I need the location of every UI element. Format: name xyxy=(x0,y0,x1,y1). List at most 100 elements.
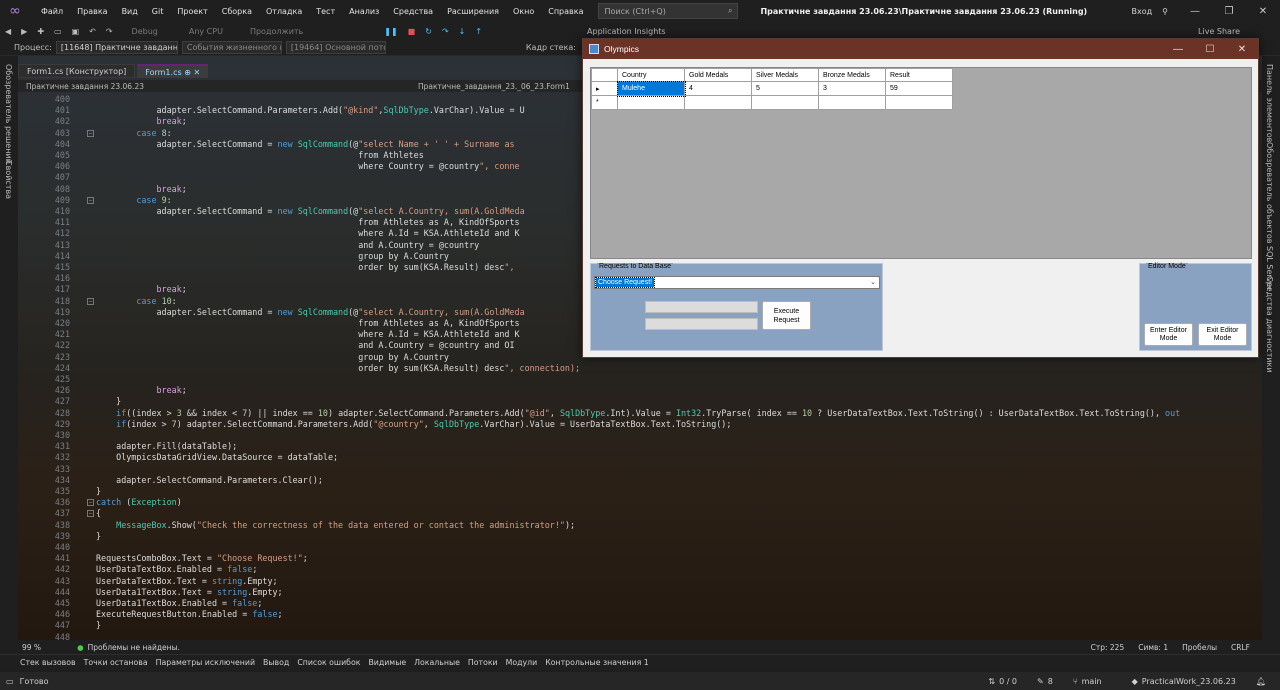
step-out-icon[interactable]: ↑ xyxy=(475,27,482,36)
restart-icon[interactable]: ↻ xyxy=(425,27,432,36)
class-dropdown[interactable]: Практичне_завдання_23._06_23.Form1 xyxy=(418,82,570,91)
table-cell[interactable] xyxy=(818,95,886,110)
maximize-icon[interactable]: ☐ xyxy=(1194,44,1226,55)
code-line[interactable]: 447} xyxy=(18,620,1262,631)
sql-object-explorer-tab[interactable]: Обозреватель объектов SQL Server xyxy=(1265,142,1274,291)
insights-button[interactable]: Application Insights xyxy=(587,27,666,36)
minimize-icon[interactable]: — xyxy=(1178,6,1212,17)
olympics-data-grid[interactable]: Country Gold Medals Silver Medals Bronze… xyxy=(590,67,1252,259)
tab-threads[interactable]: Потоки xyxy=(464,658,502,667)
git-sync-icon[interactable]: ⇅ xyxy=(988,677,995,686)
menu-window[interactable]: Окно xyxy=(506,7,541,16)
close-icon[interactable]: ✕ xyxy=(1246,6,1280,17)
table-cell[interactable]: 5 xyxy=(751,81,819,96)
menu-test[interactable]: Тест xyxy=(309,7,342,16)
tab-call-stack[interactable]: Стек вызовов xyxy=(16,658,80,667)
code-line[interactable]: 446 ExecuteRequestButton.Enabled = false; xyxy=(18,609,1262,620)
pencil-icon[interactable]: ✎ xyxy=(1037,677,1044,686)
menu-debug[interactable]: Отладка xyxy=(259,7,309,16)
column-header[interactable]: Silver Medals xyxy=(751,68,819,82)
step-over-icon[interactable]: ↷ xyxy=(442,27,449,36)
table-cell[interactable] xyxy=(617,95,685,110)
exit-editor-mode-button[interactable]: Exit Editor Mode xyxy=(1198,323,1247,346)
table-cell[interactable]: 59 xyxy=(885,81,953,96)
feedback-icon[interactable]: ⚲ xyxy=(1162,7,1168,16)
step-into-icon[interactable]: ↓ xyxy=(459,27,466,36)
open-icon[interactable]: ▭ xyxy=(54,27,62,36)
code-line[interactable]: 440 xyxy=(18,542,1262,553)
search-input[interactable]: Поиск (Ctrl+Q) ⌕ xyxy=(598,3,739,19)
code-line[interactable]: 431 adapter.Fill(dataTable); xyxy=(18,441,1262,452)
code-line[interactable]: 433 xyxy=(18,464,1262,475)
solution-explorer-tab[interactable]: Обозреватель решений xyxy=(4,64,13,164)
tab-watch-1[interactable]: Контрольные значения 1 xyxy=(541,658,653,667)
menu-view[interactable]: Вид xyxy=(115,7,145,16)
code-line[interactable]: 434 adapter.SelectCommand.Parameters.Cle… xyxy=(18,475,1262,486)
repo-icon[interactable]: ◆ xyxy=(1132,677,1138,686)
continue-button[interactable]: Продолжить xyxy=(250,27,303,36)
code-line[interactable]: 436 − catch (Exception) xyxy=(18,497,1262,508)
table-cell[interactable] xyxy=(885,95,953,110)
table-row[interactable]: ▸ Mulehe 4 5 3 59 xyxy=(591,80,953,97)
close-icon[interactable]: ✕ xyxy=(1226,44,1258,55)
code-line[interactable]: 448 xyxy=(18,632,1262,640)
new-row-asterisk-icon[interactable]: * xyxy=(591,95,618,110)
forward-icon[interactable]: ▶ xyxy=(21,27,27,36)
platform-dropdown[interactable]: Any CPU xyxy=(189,27,223,36)
project-dropdown[interactable]: Практичне завдання 23.06.23 xyxy=(18,82,418,91)
tab-error-list[interactable]: Список ошибок xyxy=(293,658,364,667)
undo-icon[interactable]: ↶ xyxy=(89,27,96,36)
toolbox-tab[interactable]: Панель элементов xyxy=(1265,64,1274,142)
code-line[interactable]: 430 xyxy=(18,430,1262,441)
requests-combo-box[interactable]: Choose Request! ⌄ xyxy=(594,276,880,289)
table-cell[interactable]: 4 xyxy=(684,81,752,96)
login-link[interactable]: Вход xyxy=(1131,7,1152,16)
collapse-icon[interactable]: − xyxy=(87,510,94,518)
column-header[interactable]: Bronze Medals xyxy=(818,68,886,82)
code-line[interactable]: 439} xyxy=(18,531,1262,542)
tab-modules[interactable]: Модули xyxy=(502,658,542,667)
tab-output[interactable]: Вывод xyxy=(259,658,293,667)
code-line[interactable]: 443 UserDataTextBox.Text = string.Empty; xyxy=(18,576,1262,587)
code-line[interactable]: 435} xyxy=(18,486,1262,497)
collapse-icon[interactable]: − xyxy=(87,196,94,204)
collapse-icon[interactable]: − xyxy=(87,297,94,305)
code-line[interactable]: 427 } xyxy=(18,396,1262,407)
git-changes-count[interactable]: 0 / 0 xyxy=(999,677,1017,686)
restore-icon[interactable]: ❐ xyxy=(1212,6,1246,17)
code-line[interactable]: 445 UserData1TextBox.Enabled = false; xyxy=(18,598,1262,609)
commits-count[interactable]: 8 xyxy=(1048,677,1053,686)
menu-file[interactable]: Файл xyxy=(34,7,70,16)
tab-locals[interactable]: Локальные xyxy=(410,658,464,667)
branch-name[interactable]: main xyxy=(1082,677,1102,686)
properties-tab[interactable]: Свойства xyxy=(4,160,13,199)
minimize-icon[interactable]: — xyxy=(1162,44,1194,55)
problems-status[interactable]: Проблемы не найдены. xyxy=(88,643,180,652)
column-header[interactable]: Country xyxy=(617,68,685,82)
code-line[interactable]: 437 −{ xyxy=(18,508,1262,519)
menu-help[interactable]: Справка xyxy=(541,7,590,16)
repo-name[interactable]: PracticalWork_23.06.23 xyxy=(1142,677,1236,686)
tab-autos[interactable]: Видимые xyxy=(364,658,410,667)
menu-project[interactable]: Проект xyxy=(170,7,214,16)
code-line[interactable]: 428 if((index > 3 && index < 7) || index… xyxy=(18,408,1262,419)
eol-info[interactable]: CRLF xyxy=(1231,643,1250,652)
pause-icon[interactable]: ❚❚ xyxy=(384,27,397,36)
code-line[interactable]: 441 RequestsComboBox.Text = "Choose Reque… xyxy=(18,553,1262,564)
new-item-icon[interactable]: ✚ xyxy=(37,27,44,36)
table-cell[interactable]: 3 xyxy=(818,81,886,96)
menu-extensions[interactable]: Расширения xyxy=(440,7,506,16)
notifications-icon[interactable]: 🔔︎ xyxy=(1256,677,1266,686)
user-data1-textbox[interactable] xyxy=(645,318,758,330)
save-icon[interactable]: ▣ xyxy=(72,27,80,36)
code-line[interactable]: 424 order by sum(KSA.Result) desc", conn… xyxy=(18,363,1262,374)
code-line[interactable]: 425 xyxy=(18,374,1262,385)
tab-form1-code[interactable]: Form1.cs ⊕ ✕ xyxy=(137,64,209,78)
config-dropdown[interactable]: Debug xyxy=(132,27,158,36)
code-line[interactable]: 442 UserDataTextBox.Enabled = false; xyxy=(18,564,1262,575)
stop-icon[interactable]: ■ xyxy=(408,27,416,36)
code-line[interactable]: 426 break; xyxy=(18,385,1262,396)
menu-tools[interactable]: Средства xyxy=(386,7,440,16)
chevron-down-icon[interactable]: ⌄ xyxy=(870,277,876,288)
column-header[interactable]: Gold Medals xyxy=(684,68,752,82)
